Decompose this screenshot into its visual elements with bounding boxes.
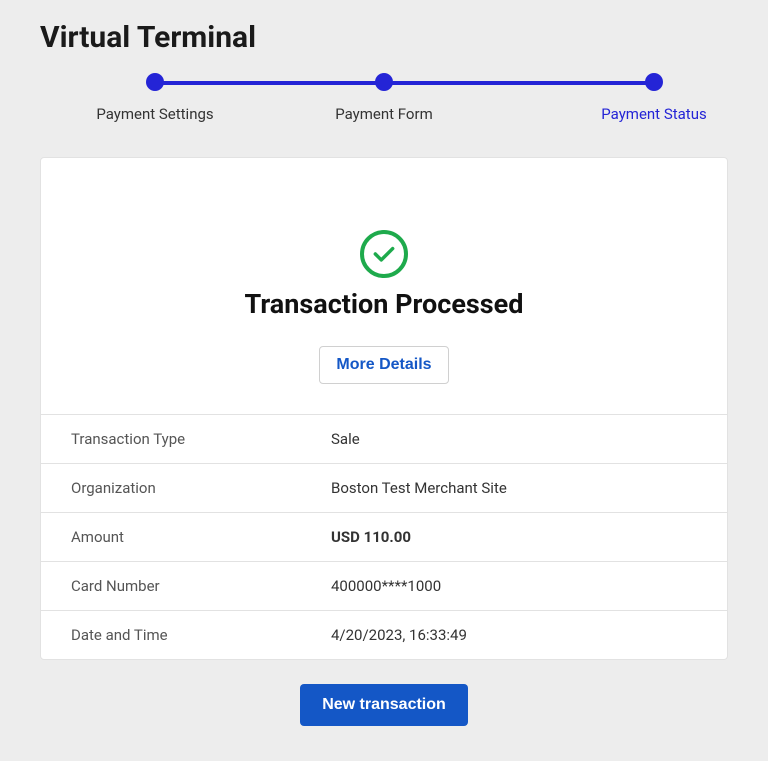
detail-value: Boston Test Merchant Site xyxy=(331,479,507,497)
more-details-button[interactable]: More Details xyxy=(319,346,448,384)
step-label: Payment Status xyxy=(601,105,706,123)
detail-value: USD 110.00 xyxy=(331,528,411,546)
step-label: Payment Form xyxy=(335,105,432,123)
detail-label: Card Number xyxy=(71,577,331,595)
detail-row-card-number: Card Number 400000****1000 xyxy=(41,562,727,611)
detail-label: Transaction Type xyxy=(71,430,331,448)
step-dot-icon xyxy=(146,73,164,91)
step-label: Payment Settings xyxy=(96,105,213,123)
detail-value: 400000****1000 xyxy=(331,577,441,595)
step-dot-icon xyxy=(645,73,663,91)
detail-row-amount: Amount USD 110.00 xyxy=(41,513,727,562)
progress-stepper: Payment Settings Payment Form Payment St… xyxy=(40,73,728,133)
new-transaction-button[interactable]: New transaction xyxy=(300,684,468,726)
success-check-icon xyxy=(360,230,408,278)
detail-label: Date and Time xyxy=(71,626,331,644)
detail-label: Amount xyxy=(71,528,331,546)
step-dot-icon xyxy=(375,73,393,91)
detail-row-transaction-type: Transaction Type Sale xyxy=(41,415,727,464)
status-heading: Transaction Processed xyxy=(61,288,707,320)
detail-label: Organization xyxy=(71,479,331,497)
step-payment-settings[interactable]: Payment Settings xyxy=(75,73,235,123)
status-block: Transaction Processed More Details xyxy=(41,158,727,415)
step-payment-form[interactable]: Payment Form xyxy=(304,73,464,123)
detail-value: 4/20/2023, 16:33:49 xyxy=(331,626,467,644)
status-card: Transaction Processed More Details Trans… xyxy=(40,157,728,660)
detail-row-organization: Organization Boston Test Merchant Site xyxy=(41,464,727,513)
page-title: Virtual Terminal xyxy=(0,0,768,69)
step-payment-status[interactable]: Payment Status xyxy=(574,73,734,123)
detail-value: Sale xyxy=(331,430,360,448)
footer: New transaction xyxy=(40,684,728,726)
detail-row-date-time: Date and Time 4/20/2023, 16:33:49 xyxy=(41,611,727,659)
